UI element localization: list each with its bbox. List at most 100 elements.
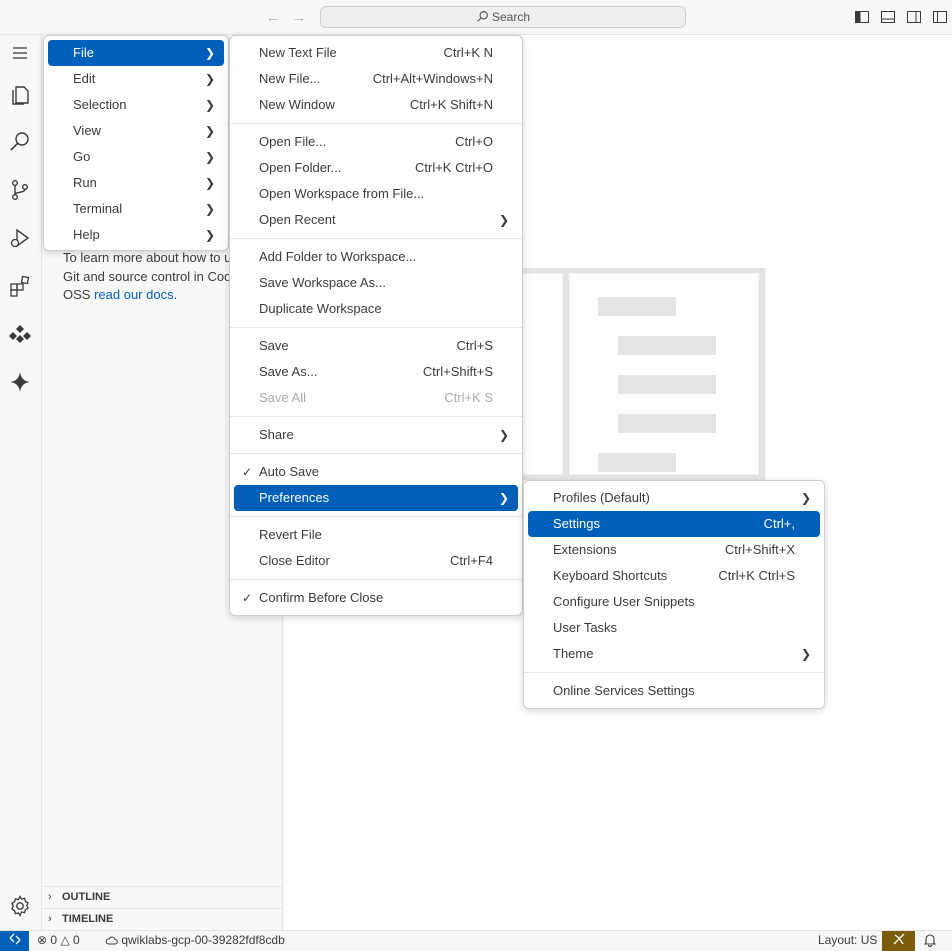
chevron-right-icon: ❯	[204, 176, 215, 190]
toggle-primary-sidebar-icon[interactable]	[854, 9, 870, 25]
revert-file-item[interactable]: Revert File	[234, 522, 518, 548]
outline-section-header[interactable]: › OUTLINE	[43, 886, 283, 908]
new-text-file-item[interactable]: New Text File Ctrl+K N	[234, 40, 518, 66]
menu-selection[interactable]: Selection ❯	[48, 92, 224, 118]
online-services-settings-item[interactable]: Online Services Settings	[528, 678, 820, 704]
confirm-before-close-item[interactable]: ✓ Confirm Before Close	[234, 585, 518, 611]
item-shortcut: Ctrl+F4	[450, 553, 493, 568]
extensions-icon[interactable]	[6, 272, 34, 300]
open-workspace-item[interactable]: Open Workspace from File...	[234, 181, 518, 207]
outline-label: OUTLINE	[62, 891, 111, 903]
run-and-debug-icon[interactable]	[6, 224, 34, 252]
theme-item[interactable]: Theme ❯	[528, 641, 820, 667]
source-control-icon[interactable]	[6, 176, 34, 204]
menu-edit[interactable]: Edit ❯	[48, 66, 224, 92]
share-item[interactable]: Share ❯	[234, 422, 518, 448]
item-label: Revert File	[259, 527, 322, 542]
add-folder-item[interactable]: Add Folder to Workspace...	[234, 244, 518, 270]
remote-icon	[9, 933, 20, 945]
item-label: User Tasks	[553, 620, 618, 635]
manage-gear-icon[interactable]	[6, 892, 34, 920]
menu-view[interactable]: View ❯	[48, 118, 224, 144]
menu-separator	[230, 516, 522, 517]
chevron-right-icon: ❯	[204, 72, 215, 86]
item-label: Keyboard Shortcuts	[553, 568, 668, 583]
save-item[interactable]: Save Ctrl+S	[234, 333, 518, 359]
gemini-sparkle-icon[interactable]	[6, 368, 34, 396]
preferences-submenu: Profiles (Default) ❯ Settings Ctrl+, Exten…	[523, 480, 825, 709]
item-label: Save As...	[259, 364, 318, 379]
cloud-code-icon[interactable]	[6, 320, 34, 348]
menu-separator	[524, 672, 824, 673]
chevron-right-icon: ❯	[204, 202, 215, 216]
go-forward-button[interactable]: →	[289, 8, 309, 28]
open-file-item[interactable]: Open File... Ctrl+O	[234, 129, 518, 155]
menu-terminal[interactable]: Terminal ❯	[48, 196, 224, 222]
feedback-button[interactable]	[882, 931, 915, 951]
menu-separator	[230, 238, 522, 239]
open-folder-item[interactable]: Open Folder... Ctrl+K Ctrl+O	[234, 155, 518, 181]
settings-item[interactable]: Settings Ctrl+,	[528, 511, 820, 537]
notifications-bell-icon[interactable]	[923, 933, 937, 950]
open-recent-item[interactable]: Open Recent ❯	[234, 207, 518, 233]
item-shortcut: Ctrl+K Ctrl+S	[718, 568, 795, 583]
chevron-right-icon: ❯	[204, 98, 215, 112]
item-shortcut: Ctrl+Alt+Windows+N	[372, 71, 493, 86]
toggle-secondary-sidebar-icon[interactable]	[906, 9, 922, 25]
keyboard-shortcuts-item[interactable]: Keyboard Shortcuts Ctrl+K Ctrl+S	[528, 563, 820, 589]
chevron-right-icon: ❯	[498, 213, 509, 227]
configure-snippets-item[interactable]: Configure User Snippets	[528, 589, 820, 615]
remote-indicator-button[interactable]	[0, 931, 29, 951]
problems-indicator[interactable]: ⊗ 0 △ 0	[37, 933, 80, 947]
save-as-item[interactable]: Save As... Ctrl+Shift+S	[234, 359, 518, 385]
profiles-item[interactable]: Profiles (Default) ❯	[528, 485, 820, 511]
menu-separator	[230, 123, 522, 124]
menu-help[interactable]: Help ❯	[48, 222, 224, 248]
menu-separator	[230, 579, 522, 580]
timeline-label: TIMELINE	[62, 913, 114, 925]
chevron-right-icon: ❯	[498, 428, 509, 442]
item-label: Save	[259, 338, 289, 353]
error-count: 0	[50, 933, 58, 947]
menu-file[interactable]: File ❯	[48, 40, 224, 66]
menu-run[interactable]: Run ❯	[48, 170, 224, 196]
item-label: Extensions	[553, 542, 617, 557]
auto-save-item[interactable]: ✓ Auto Save	[234, 459, 518, 485]
customize-layout-icon[interactable]	[932, 9, 948, 25]
menu-separator	[230, 416, 522, 417]
close-editor-item[interactable]: Close Editor Ctrl+F4	[234, 548, 518, 574]
save-workspace-as-item[interactable]: Save Workspace As...	[234, 270, 518, 296]
menu-view-label: View	[73, 123, 101, 138]
menu-go[interactable]: Go ❯	[48, 144, 224, 170]
cloud-project-indicator[interactable]: qwiklabs-gcp-00-39282fdf8cdb	[105, 933, 285, 947]
item-label: Online Services Settings	[553, 683, 695, 698]
chevron-right-icon: ❯	[204, 228, 215, 242]
chevron-right-icon: ❯	[800, 647, 811, 661]
menu-icon[interactable]	[6, 39, 34, 67]
warning-count: 0	[73, 933, 80, 947]
user-tasks-item[interactable]: User Tasks	[528, 615, 820, 641]
item-label: Save Workspace As...	[259, 275, 386, 290]
toggle-panel-icon[interactable]	[880, 9, 896, 25]
read-docs-link[interactable]: read our docs	[94, 287, 174, 302]
item-label: Configure User Snippets	[553, 594, 695, 609]
keyboard-layout-indicator[interactable]: Layout: US	[818, 933, 877, 947]
duplicate-workspace-item[interactable]: Duplicate Workspace	[234, 296, 518, 322]
preferences-item[interactable]: Preferences ❯	[234, 485, 518, 511]
item-shortcut: Ctrl+K Shift+N	[409, 97, 493, 112]
explorer-icon[interactable]	[6, 80, 34, 108]
item-label: Settings	[553, 516, 600, 531]
menu-edit-label: Edit	[73, 71, 96, 86]
item-label: Theme	[553, 646, 594, 661]
search-view-icon[interactable]	[6, 128, 34, 156]
timeline-section-header[interactable]: › TIMELINE	[43, 908, 283, 930]
new-window-item[interactable]: New Window Ctrl+K Shift+N	[234, 92, 518, 118]
chevron-right-icon: ›	[48, 913, 52, 925]
item-label: Open File...	[259, 134, 327, 149]
go-back-button[interactable]: ←	[263, 8, 283, 28]
chevron-right-icon: ❯	[800, 491, 811, 505]
command-center-search[interactable]: Search	[320, 6, 686, 28]
item-shortcut: Ctrl+O	[455, 134, 493, 149]
new-file-item[interactable]: New File... Ctrl+Alt+Windows+N	[234, 66, 518, 92]
extensions-item[interactable]: Extensions Ctrl+Shift+X	[528, 537, 820, 563]
